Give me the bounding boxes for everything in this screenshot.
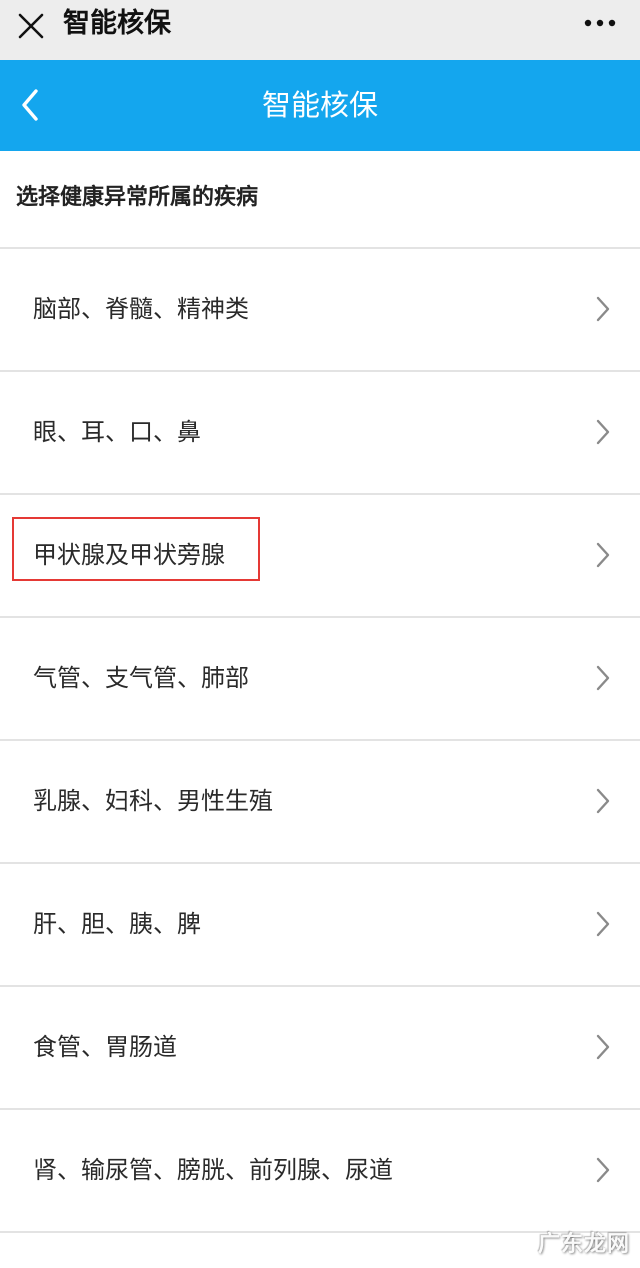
list-item[interactable]: 气管、支气管、肺部 xyxy=(0,618,640,741)
chevron-right-icon xyxy=(596,1157,610,1183)
list-item[interactable]: 甲状腺及甲状旁腺 xyxy=(0,495,640,618)
watermark: 广东龙网 xyxy=(537,1232,630,1257)
list-item[interactable]: 脑部、脊髓、精神类 xyxy=(0,249,640,372)
disease-list: 脑部、脊髓、精神类 眼、耳、口、鼻 甲状腺及甲状旁腺 气管、支气管、肺部 乳腺、… xyxy=(0,247,640,1233)
app-header: 智能核保 xyxy=(0,60,640,151)
list-item-label: 眼、耳、口、鼻 xyxy=(33,418,201,446)
chevron-right-icon xyxy=(596,296,610,322)
list-item[interactable]: 肾、输尿管、膀胱、前列腺、尿道 xyxy=(0,1110,640,1233)
chevron-right-icon xyxy=(596,542,610,568)
list-item-label: 脑部、脊髓、精神类 xyxy=(33,295,249,323)
window-title: 智能核保 xyxy=(63,8,171,39)
list-item[interactable]: 食管、胃肠道 xyxy=(0,987,640,1110)
chevron-right-icon xyxy=(596,788,610,814)
list-item-label: 肾、输尿管、膀胱、前列腺、尿道 xyxy=(33,1156,393,1184)
list-item-label: 甲状腺及甲状旁腺 xyxy=(33,541,225,569)
list-item-label: 食管、胃肠道 xyxy=(33,1033,177,1061)
list-item-label: 气管、支气管、肺部 xyxy=(33,664,249,692)
list-item[interactable]: 肝、胆、胰、脾 xyxy=(0,864,640,987)
list-item[interactable]: 乳腺、妇科、男性生殖 xyxy=(0,741,640,864)
section-title: 选择健康异常所属的疾病 xyxy=(16,185,259,210)
page-title: 智能核保 xyxy=(261,88,378,122)
chevron-right-icon xyxy=(596,1034,610,1060)
more-dots-icon[interactable] xyxy=(582,12,618,34)
list-item[interactable]: 眼、耳、口、鼻 xyxy=(0,372,640,495)
chevron-right-icon xyxy=(596,911,610,937)
list-item-label: 乳腺、妇科、男性生殖 xyxy=(33,787,273,815)
top-bar: 智能核保 xyxy=(0,0,640,60)
chevron-right-icon xyxy=(596,419,610,445)
chevron-right-icon xyxy=(596,665,610,691)
list-item-label: 肝、胆、胰、脾 xyxy=(33,910,201,938)
close-icon[interactable] xyxy=(16,11,46,41)
